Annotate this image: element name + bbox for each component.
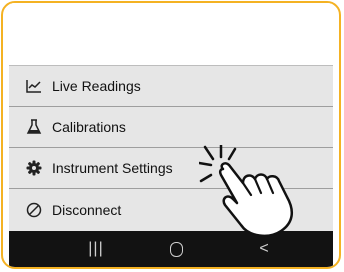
home-icon [169, 241, 183, 257]
flask-icon [26, 119, 42, 135]
chart-icon [26, 78, 42, 94]
recents-button[interactable]: ||| [81, 231, 111, 267]
header-area [9, 3, 333, 65]
menu-item-calibrations[interactable]: Calibrations [9, 107, 333, 148]
disconnect-icon [26, 202, 42, 218]
menu-item-label: Disconnect [52, 201, 122, 218]
tap-hand-icon [199, 145, 294, 238]
gear-icon [26, 160, 42, 176]
menu-item-live-readings[interactable]: Live Readings [9, 66, 333, 107]
menu-item-label: Calibrations [52, 119, 126, 135]
home-button[interactable] [161, 231, 191, 267]
menu-item-label: Instrument Settings [52, 160, 173, 176]
device-frame: Live Readings Calibrations Instrument Se… [1, 1, 341, 269]
menu-item-label: Live Readings [52, 78, 141, 94]
app-screen: Live Readings Calibrations Instrument Se… [9, 3, 333, 267]
